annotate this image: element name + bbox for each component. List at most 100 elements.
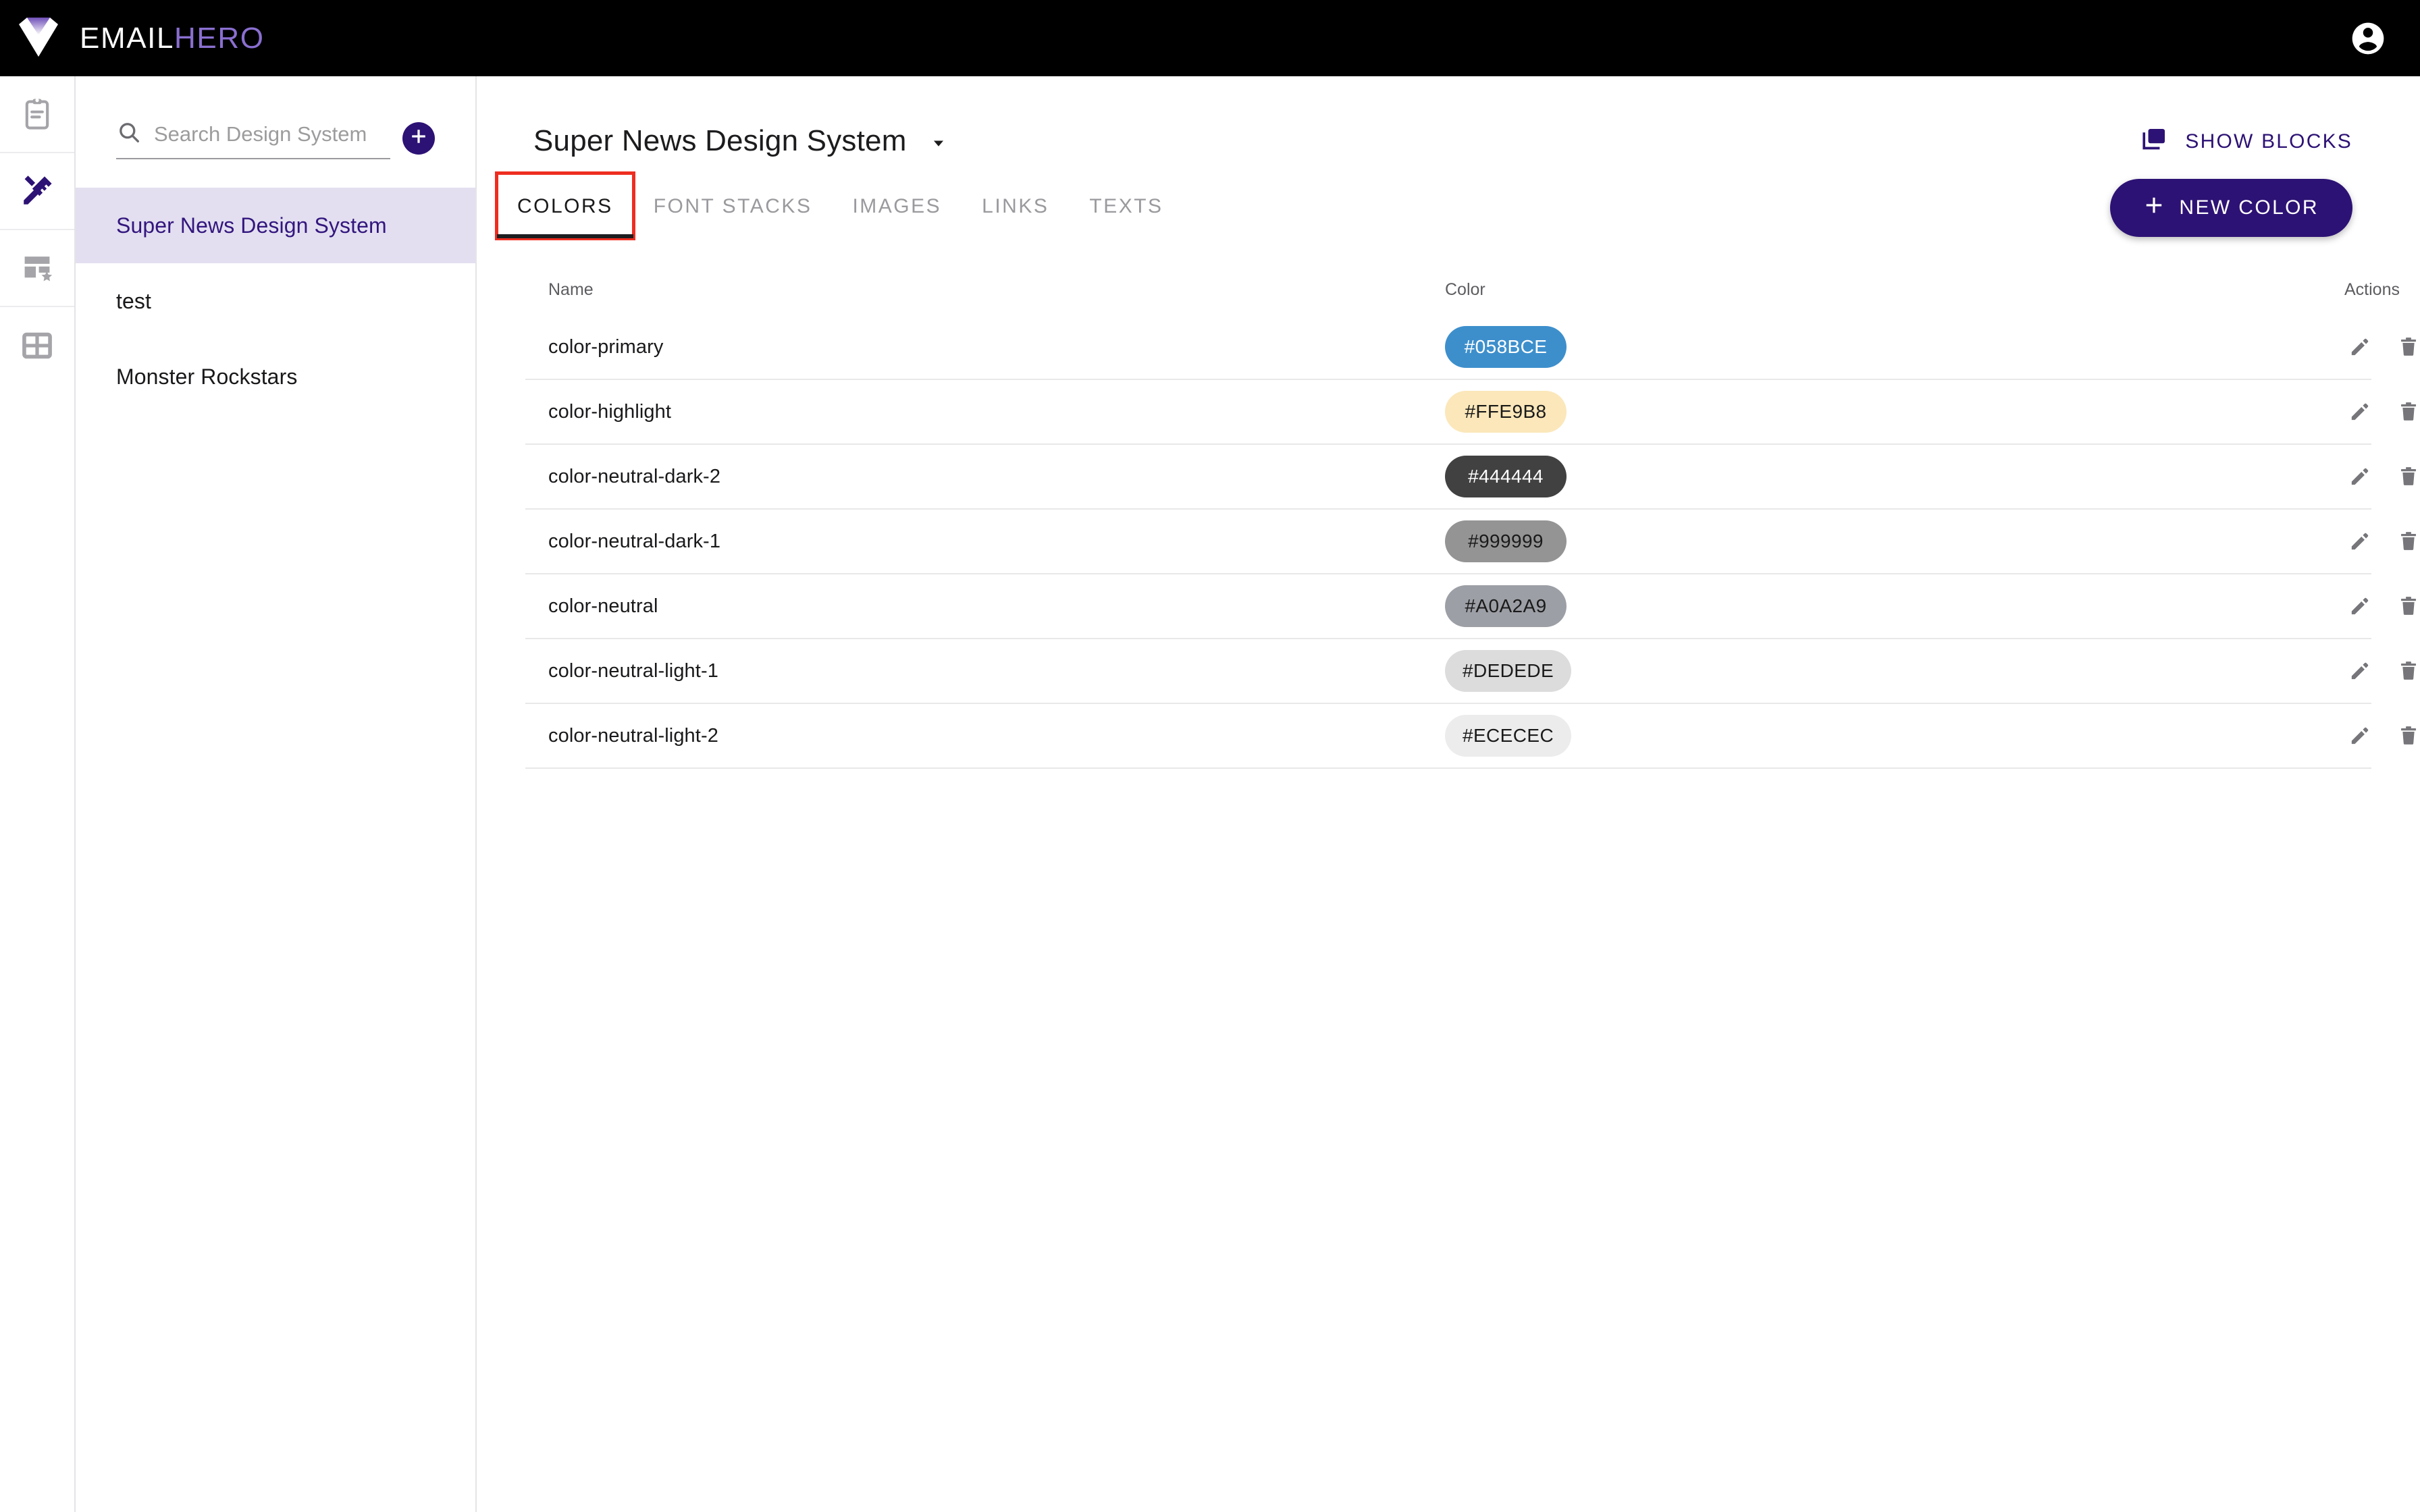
main-header: Super News Design System SHOW BLOCKS (477, 76, 2420, 159)
sidebar-item-monster-rockstars[interactable]: Monster Rockstars (76, 339, 475, 414)
edit-pencil-icon[interactable] (2344, 396, 2375, 427)
table-row[interactable]: color-neutral-light-2 #ECECEC (525, 704, 2417, 769)
tab-label: LINKS (982, 195, 1049, 217)
cell-color-value: #DEDEDE (1445, 650, 2344, 692)
caret-down-icon[interactable] (930, 128, 947, 157)
rail-item-templates[interactable] (0, 76, 74, 153)
edit-pencil-icon[interactable] (2344, 461, 2375, 492)
cell-color-name: color-primary (525, 336, 1445, 358)
account-circle-icon[interactable] (2347, 18, 2389, 59)
color-swatch-chip: #444444 (1445, 456, 1567, 497)
color-swatch-chip: #DEDEDE (1445, 650, 1572, 692)
color-swatch-chip: #FFE9B8 (1445, 391, 1567, 433)
rail-item-layouts[interactable] (0, 307, 74, 384)
search-input[interactable] (154, 122, 390, 146)
cell-row-actions (2344, 331, 2420, 362)
edit-pencil-icon[interactable] (2344, 526, 2375, 557)
tab-images[interactable]: IMAGES (832, 173, 962, 238)
delete-trash-icon[interactable] (2393, 591, 2420, 622)
tab-label: IMAGES (852, 195, 942, 217)
sidebar-item-test[interactable]: test (76, 263, 475, 339)
cell-color-value: #FFE9B8 (1445, 391, 2344, 433)
sidebar-item-label: Monster Rockstars (116, 364, 298, 389)
tab-label: COLORS (517, 195, 613, 217)
color-name-text: color-highlight (548, 400, 672, 423)
table-row[interactable]: color-neutral-dark-2 #444444 (525, 445, 2417, 510)
cell-color-value: #ECECEC (1445, 715, 2344, 757)
plus-icon (2144, 195, 2164, 221)
cell-color-value: #A0A2A9 (1445, 585, 2344, 627)
show-blocks-button[interactable]: SHOW BLOCKS (2140, 125, 2352, 159)
top-header-bar: EMAILHERO (0, 0, 2420, 76)
column-header-actions-label: Actions (2344, 279, 2400, 299)
search-field[interactable] (116, 119, 390, 159)
edit-pencil-icon[interactable] (2344, 720, 2375, 751)
cell-color-value: #444444 (1445, 456, 2344, 497)
page-title[interactable]: Super News Design System (533, 126, 947, 157)
color-name-text: color-neutral-dark-1 (548, 530, 721, 552)
search-icon (116, 119, 142, 148)
show-blocks-label: SHOW BLOCKS (2185, 130, 2352, 153)
sidebar-item-label: test (116, 288, 151, 313)
tabs-row: COLORS FONT STACKS IMAGES LINKS TEXTS NE… (477, 171, 2420, 240)
new-color-button[interactable]: NEW COLOR (2110, 179, 2352, 237)
table-header-row: Name Color Actions (525, 264, 2400, 315)
color-name-text: color-primary (548, 335, 664, 358)
tab-colors[interactable]: COLORS (495, 171, 635, 240)
delete-trash-icon[interactable] (2393, 331, 2420, 362)
tab-texts[interactable]: TEXTS (1069, 173, 1183, 238)
tab-font-stacks[interactable]: FONT STACKS (633, 173, 833, 238)
layers-icon (2140, 125, 2169, 159)
brand-logo[interactable]: EMAILHERO (15, 15, 265, 62)
color-name-text: color-neutral-light-1 (548, 659, 718, 682)
add-design-system-button[interactable] (402, 122, 435, 155)
main-content: Super News Design System SHOW BLOCKS COL… (477, 76, 2420, 1512)
table-row[interactable]: color-primary #058BCE (525, 315, 2417, 380)
table-row[interactable]: color-neutral #A0A2A9 (525, 574, 2417, 639)
tab-links[interactable]: LINKS (962, 173, 1069, 238)
left-icon-rail (0, 76, 76, 1512)
edit-pencil-icon[interactable] (2344, 655, 2375, 686)
plus-icon (409, 127, 428, 149)
table-row[interactable]: color-highlight #FFE9B8 (525, 380, 2417, 445)
new-color-label: NEW COLOR (2179, 196, 2319, 219)
tab-label: TEXTS (1089, 195, 1163, 217)
rail-item-saved-blocks[interactable] (0, 230, 74, 307)
cell-color-name: color-highlight (525, 401, 1445, 423)
cell-color-value: #058BCE (1445, 326, 2344, 368)
cell-color-value: #999999 (1445, 520, 2344, 562)
column-header-name: Name (548, 279, 594, 299)
delete-trash-icon[interactable] (2393, 396, 2420, 427)
cell-color-name: color-neutral-light-1 (525, 660, 1445, 682)
tab-list: COLORS FONT STACKS IMAGES LINKS TEXTS (495, 171, 1184, 240)
delete-trash-icon[interactable] (2393, 720, 2420, 751)
layout-grid-icon (20, 328, 55, 363)
delete-trash-icon[interactable] (2393, 461, 2420, 492)
cell-row-actions (2344, 655, 2420, 686)
cell-row-actions (2344, 591, 2420, 622)
color-name-text: color-neutral (548, 595, 658, 617)
clipboard-icon (20, 97, 55, 132)
delete-trash-icon[interactable] (2393, 655, 2420, 686)
color-swatch-chip: #ECECEC (1445, 715, 1572, 757)
edit-pencil-icon[interactable] (2344, 331, 2375, 362)
table-row[interactable]: color-neutral-light-1 #DEDEDE (525, 639, 2417, 704)
cell-color-name: color-neutral-dark-1 (525, 531, 1445, 553)
brand-word-primary: EMAIL (80, 21, 175, 55)
page-title-text: Super News Design System (533, 124, 907, 157)
cell-color-name: color-neutral (525, 595, 1445, 618)
design-tools-icon (19, 173, 55, 209)
delete-trash-icon[interactable] (2393, 526, 2420, 557)
design-system-sidebar: Super News Design System test Monster Ro… (76, 76, 477, 1512)
column-header-actions: Actions (2344, 280, 2412, 300)
color-swatch-chip: #A0A2A9 (1445, 585, 1567, 627)
cell-color-name: color-neutral-light-2 (525, 725, 1445, 747)
cell-color-name: color-neutral-dark-2 (525, 466, 1445, 488)
table-row[interactable]: color-neutral-dark-1 #999999 (525, 510, 2417, 574)
cell-row-actions (2344, 396, 2420, 427)
edit-pencil-icon[interactable] (2344, 591, 2375, 622)
cell-row-actions (2344, 526, 2420, 557)
sidebar-item-super-news-design-system[interactable]: Super News Design System (76, 188, 475, 263)
rail-item-design-system[interactable] (0, 153, 74, 230)
sidebar-search-row (76, 76, 475, 159)
